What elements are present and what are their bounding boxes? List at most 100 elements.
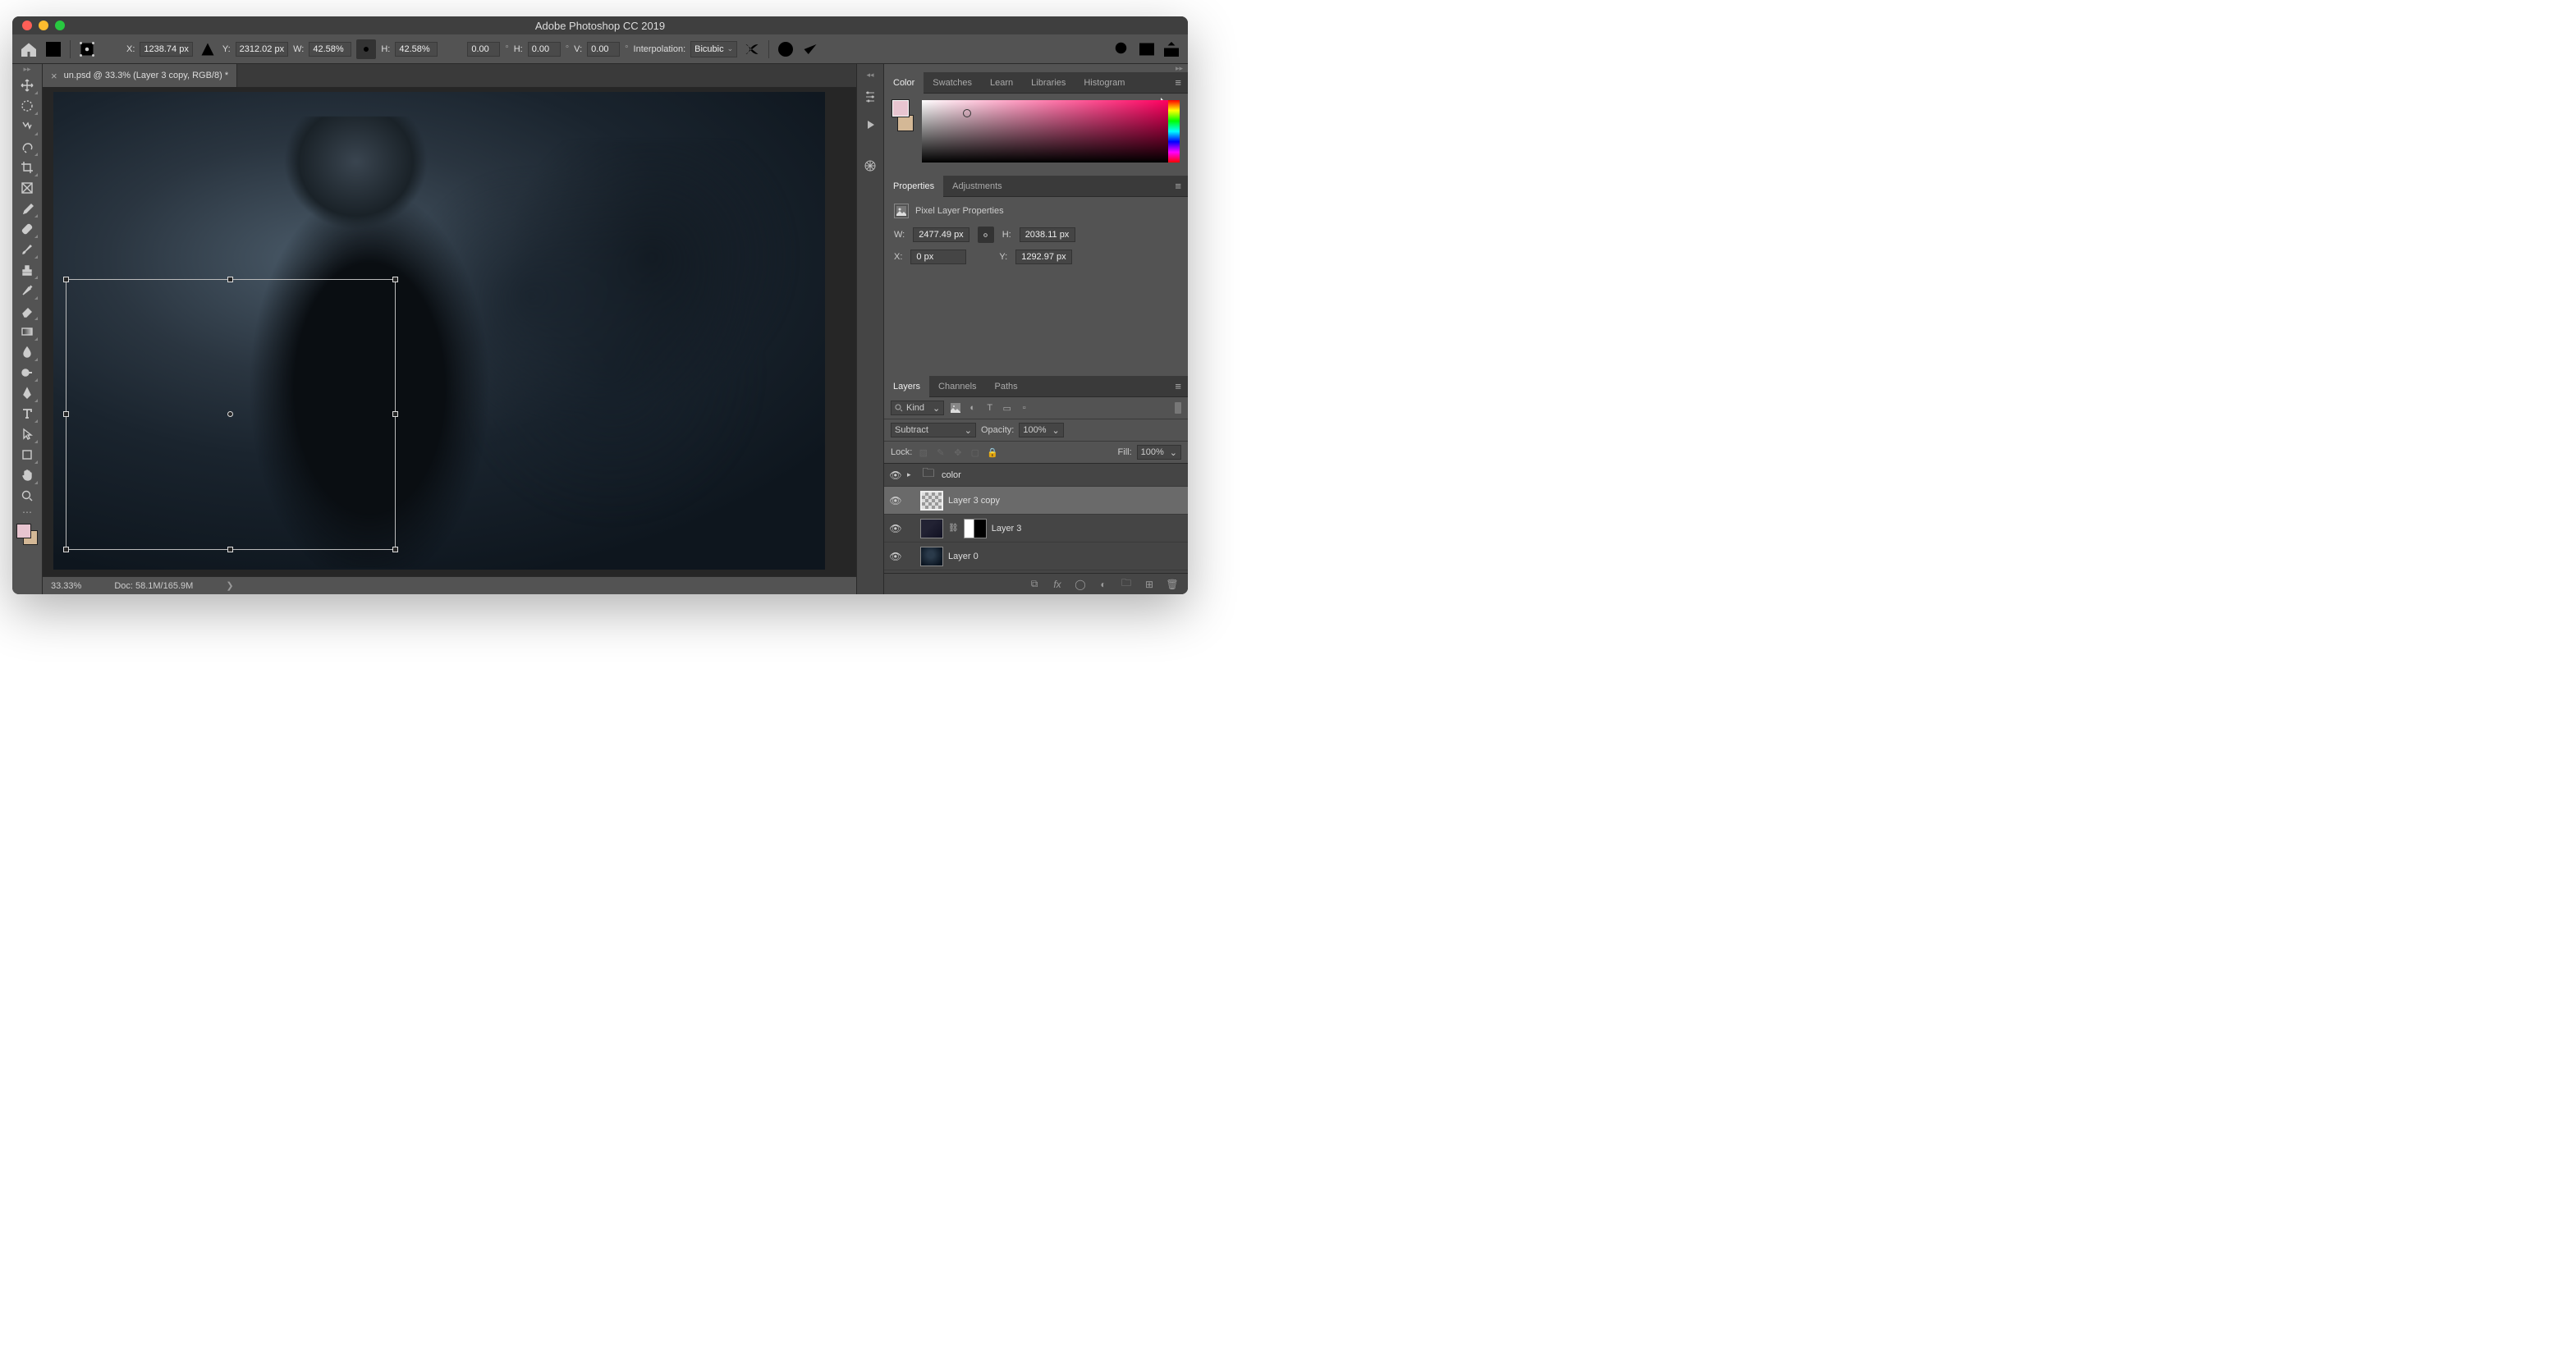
hskew-input[interactable]: 0.00 [528,42,561,57]
disclosure-icon[interactable]: ▸ [907,470,915,479]
zoom-tool[interactable] [16,486,39,506]
layer-thumb[interactable] [920,519,943,538]
doc-size[interactable]: Doc: 58.1M/165.9M [114,581,193,591]
warp-icon[interactable] [742,39,762,59]
transform-handle[interactable] [392,411,398,417]
healing-tool[interactable] [16,219,39,239]
share-icon[interactable] [1162,39,1181,59]
layer-thumb[interactable] [920,547,943,566]
transform-handle[interactable] [63,277,69,282]
layer-name[interactable]: Layer 0 [948,552,979,561]
color-field[interactable] [922,100,1168,163]
color-picker-cursor[interactable] [963,109,971,117]
tab-channels[interactable]: Channels [929,376,985,397]
delete-layer-icon[interactable]: 🗑 [1167,579,1178,590]
transform-handle[interactable] [227,547,233,552]
adjustment-icon[interactable]: ◐ [1098,579,1109,590]
layer-name[interactable]: color [942,470,961,480]
mask-icon[interactable]: ◯ [1075,579,1086,590]
prop-h-input[interactable]: 2038.11 px [1020,227,1075,242]
pen-tool[interactable] [16,383,39,403]
lasso-tool[interactable] [16,117,39,136]
panel-menu-icon[interactable]: ≡ [1168,180,1188,192]
navigator-icon[interactable] [862,158,878,174]
maximize-window-button[interactable] [55,21,65,30]
shape-tool[interactable] [16,445,39,465]
panel-menu-icon[interactable]: ≡ [1168,76,1188,89]
blend-mode-select[interactable]: Subtract⌄ [891,423,976,437]
lock-position-icon[interactable]: ✥ [951,447,964,459]
vskew-input[interactable]: 0.00 [587,42,620,57]
eyedropper-tool[interactable] [16,199,39,218]
canvas-viewport[interactable] [43,87,856,576]
hand-tool[interactable] [16,465,39,485]
link-wh-icon[interactable] [978,227,994,243]
transform-center[interactable] [227,411,233,417]
tab-color[interactable]: Color [884,72,924,94]
visibility-icon[interactable]: 👁 [889,469,902,481]
path-select-tool[interactable] [16,424,39,444]
type-tool[interactable] [16,404,39,424]
tab-libraries[interactable]: Libraries [1022,72,1075,94]
prop-x-input[interactable]: 0 px [910,250,966,264]
crop-tool[interactable] [16,158,39,177]
visibility-icon[interactable]: 👁 [889,495,902,506]
lock-paint-icon[interactable]: ✎ [934,447,947,459]
transform-bounding-box[interactable] [66,279,396,550]
filter-toggle-icon[interactable] [1175,402,1181,414]
layer-filter-select[interactable]: Kind⌄ [891,401,944,415]
tab-histogram[interactable]: Histogram [1075,72,1134,94]
tab-layers[interactable]: Layers [884,376,929,397]
filter-adjust-icon[interactable]: ◐ [966,402,979,414]
dodge-tool[interactable] [16,363,39,382]
minimize-window-button[interactable] [39,21,48,30]
panels-handle[interactable]: ▸▸ [884,64,1188,72]
document-tab[interactable]: × un.psd @ 33.3% (Layer 3 copy, RGB/8) * [43,64,237,87]
workspace-icon[interactable] [1137,39,1157,59]
angle-input[interactable]: 0.00 [467,42,500,57]
tab-paths[interactable]: Paths [986,376,1027,397]
commit-transform-icon[interactable] [800,39,820,59]
close-tab-icon[interactable]: × [51,70,57,82]
opacity-input[interactable]: 100%⌄ [1019,423,1063,437]
actions-icon[interactable] [862,117,878,133]
status-flyout-icon[interactable]: ❯ [226,580,233,591]
dock-handle[interactable]: ◂◂ [866,71,873,77]
x-input[interactable]: 1238.74 px [140,42,192,57]
fill-input[interactable]: 100%⌄ [1137,445,1181,460]
filter-type-icon[interactable]: T [983,402,996,414]
new-layer-icon[interactable]: ⊞ [1144,579,1155,590]
move-tool[interactable] [16,76,39,95]
cancel-transform-icon[interactable] [776,39,795,59]
layer-name[interactable]: Layer 3 [992,524,1022,534]
stamp-tool[interactable] [16,260,39,280]
lock-all-icon[interactable]: 🔒 [986,447,998,459]
group-icon[interactable]: 🗀 [1121,579,1132,590]
tab-swatches[interactable]: Swatches [924,72,981,94]
close-window-button[interactable] [22,21,32,30]
reference-point-icon[interactable] [77,39,97,59]
hue-strip[interactable] [1168,100,1180,163]
eraser-tool[interactable] [16,301,39,321]
brush-tool[interactable] [16,240,39,259]
prop-w-input[interactable]: 2477.49 px [913,227,969,242]
tab-adjustments[interactable]: Adjustments [943,176,1011,197]
layer-name[interactable]: Layer 3 copy [948,496,1000,506]
transform-tool-icon[interactable] [44,39,63,59]
brush-settings-icon[interactable] [862,89,878,105]
panel-menu-icon[interactable]: ≡ [1168,380,1188,392]
transform-handle[interactable] [392,547,398,552]
prop-y-input[interactable]: 1292.97 px [1015,250,1071,264]
link-wh-icon[interactable] [356,39,376,59]
filter-smart-icon[interactable]: ▫ [1018,402,1030,414]
visibility-icon[interactable]: 👁 [889,523,902,534]
zoom-level[interactable]: 33.33% [51,581,81,591]
layer-row[interactable]: 👁 Layer 3 copy [884,487,1188,515]
interp-select[interactable]: Bicubic⌄ [690,41,737,57]
quick-select-tool[interactable] [16,137,39,157]
canvas[interactable] [53,92,825,570]
layer-thumb[interactable] [920,491,943,511]
transform-handle[interactable] [227,277,233,282]
blur-tool[interactable] [16,342,39,362]
transform-handle[interactable] [63,547,69,552]
